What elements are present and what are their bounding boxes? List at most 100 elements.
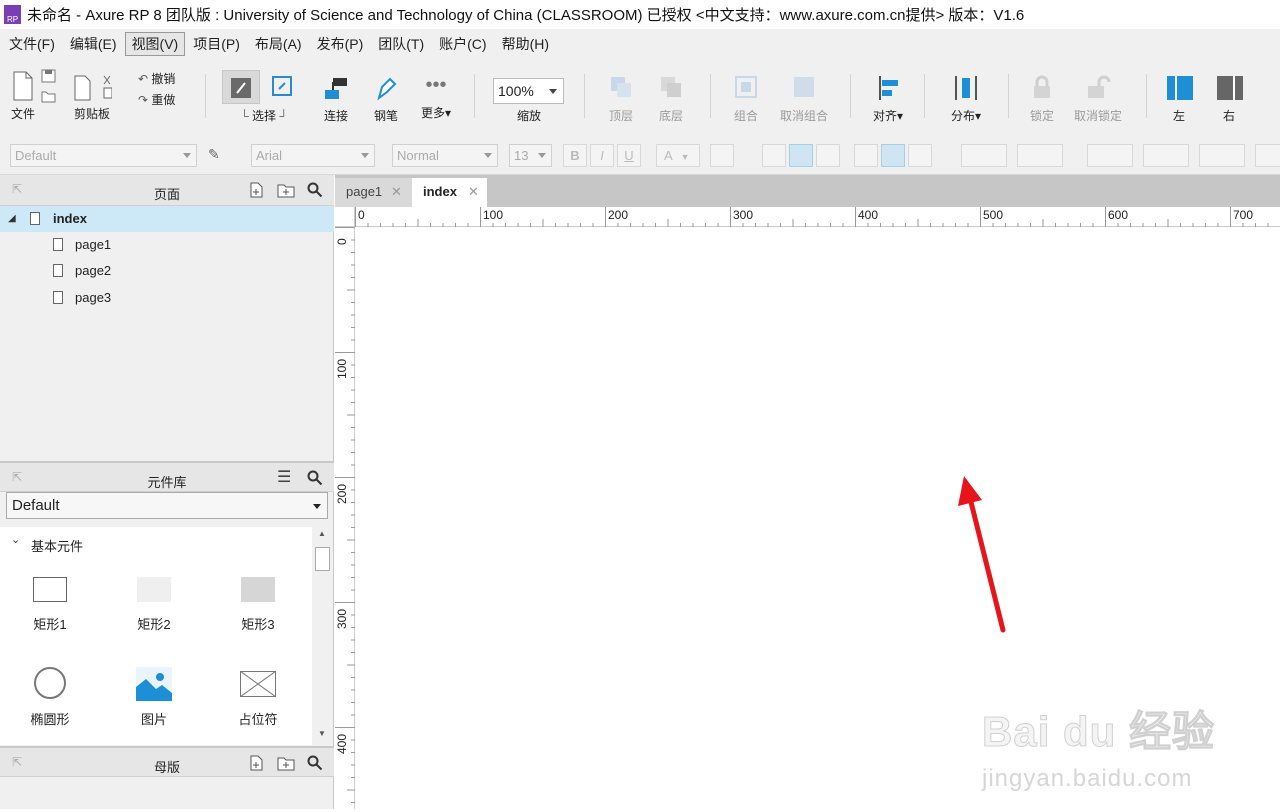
widget-rectangle2[interactable]: 矩形2: [124, 577, 184, 633]
line-arrows-button[interactable]: [1255, 144, 1280, 167]
left-panel: ⇱ 页面 ◢ index page1 page2 page3 ⇱ 元件库 ☰ D…: [0, 175, 334, 809]
group-button[interactable]: 组合: [726, 72, 766, 124]
v-ruler-label: 200: [335, 483, 349, 504]
tab-label: page1: [346, 184, 383, 199]
pen-button[interactable]: 钢笔: [368, 72, 404, 124]
page-item-page1[interactable]: page1: [0, 232, 334, 258]
italic-button[interactable]: I: [590, 144, 614, 167]
widget-rectangle3[interactable]: 矩形3: [228, 577, 288, 633]
menu-publish[interactable]: 发布(P): [310, 32, 371, 56]
add-folder-icon[interactable]: [277, 182, 295, 198]
fill-color-button[interactable]: [961, 144, 1007, 167]
h-ruler-label: 600: [1108, 208, 1129, 222]
tab-index[interactable]: index ✕: [412, 178, 487, 207]
menu-project[interactable]: 项目(P): [186, 32, 247, 56]
v-ruler-label: 0: [335, 238, 349, 245]
placeholder-icon: [240, 671, 276, 697]
font-select[interactable]: Arial: [251, 144, 375, 167]
align-right-button[interactable]: [816, 144, 840, 167]
ungroup-button[interactable]: 取消组合: [772, 72, 836, 124]
underline-button[interactable]: U: [617, 144, 641, 167]
valign-middle-button[interactable]: [881, 144, 905, 167]
close-icon[interactable]: ✕: [391, 178, 402, 206]
edit-style-icon[interactable]: ✎: [208, 146, 228, 166]
search-icon[interactable]: [307, 470, 323, 486]
select-label-group: └ 选择 ┘: [240, 109, 288, 123]
menu-help[interactable]: 帮助(H): [495, 32, 556, 56]
menu-file[interactable]: 文件(F): [2, 32, 62, 56]
widget-ellipse[interactable]: 椭圆形: [20, 667, 80, 728]
collapse-triangle-icon[interactable]: ◢: [8, 206, 16, 232]
lock-button[interactable]: 锁定: [1022, 72, 1062, 124]
select-intersect-button[interactable]: [222, 70, 260, 104]
menu-icon[interactable]: ☰: [277, 467, 291, 487]
align-center-button[interactable]: [789, 144, 813, 167]
tab-page1[interactable]: page1 ✕: [335, 178, 412, 207]
valign-top-button[interactable]: [854, 144, 878, 167]
line-color-button[interactable]: [1087, 144, 1133, 167]
undo-button[interactable]: ↶ 撤销: [138, 70, 188, 87]
clipboard-button[interactable]: 剪贴板: [72, 70, 113, 122]
more-label: 更多▾: [420, 106, 452, 120]
search-icon[interactable]: [307, 755, 323, 771]
line-style-button[interactable]: [1199, 144, 1245, 167]
page-item-page2[interactable]: page2: [0, 258, 334, 284]
scroll-down-icon[interactable]: ▼: [318, 729, 326, 738]
scroll-up-icon[interactable]: ▲: [318, 529, 326, 538]
style-select[interactable]: Default: [10, 144, 197, 167]
tab-label: index: [423, 184, 457, 199]
right-panel-toggle[interactable]: 右: [1210, 72, 1248, 124]
design-canvas[interactable]: Bai du 经验 jingyan.baidu.com: [356, 228, 1280, 809]
chevron-down-icon[interactable]: ⌄: [11, 533, 20, 546]
align-left-button[interactable]: [762, 144, 786, 167]
more-button[interactable]: ••• 更多▾: [416, 72, 456, 121]
align-button[interactable]: 对齐▾: [864, 72, 912, 124]
menu-account[interactable]: 账户(C): [432, 32, 493, 56]
close-icon[interactable]: ✕: [468, 178, 479, 206]
save-open-icons[interactable]: [40, 68, 58, 104]
font-color-button[interactable]: A ▼: [656, 144, 700, 167]
menu-layout[interactable]: 布局(A): [248, 32, 309, 56]
widget-image[interactable]: 图片: [124, 667, 184, 728]
connect-button[interactable]: 连接: [318, 72, 354, 124]
menu-edit[interactable]: 编辑(E): [63, 32, 124, 56]
menu-team[interactable]: 团队(T): [371, 32, 431, 56]
menu-view[interactable]: 视图(V): [124, 31, 186, 56]
distribute-button[interactable]: 分布▾: [942, 72, 990, 124]
file-button[interactable]: 文件: [8, 70, 38, 122]
page-item-page3[interactable]: page3: [0, 285, 334, 311]
select-contained-button[interactable]: [268, 72, 298, 102]
vertical-ruler[interactable]: 0 100 200 300 400: [335, 227, 355, 809]
send-to-back-button[interactable]: 底层: [652, 72, 690, 124]
search-icon[interactable]: [307, 182, 323, 198]
bold-button[interactable]: B: [563, 144, 587, 167]
valign-bottom-button[interactable]: [908, 144, 932, 167]
bring-to-front-button[interactable]: 顶层: [602, 72, 640, 124]
widgets-scrollbar[interactable]: ▲ ▼: [312, 527, 333, 745]
shadow-button[interactable]: [1017, 144, 1063, 167]
clipboard-icon: [74, 75, 113, 101]
line-width-button[interactable]: [1143, 144, 1189, 167]
font-weight-select[interactable]: Normal: [392, 144, 498, 167]
zoom-select[interactable]: 100%: [493, 78, 564, 104]
left-panel-toggle[interactable]: 左: [1160, 72, 1198, 124]
horizontal-ruler[interactable]: 0 100 200 300 400 500 600 700: [355, 207, 1280, 227]
redo-button[interactable]: ↷ 重做: [138, 91, 188, 108]
app-logo-icon: RP: [4, 5, 21, 24]
pages-panel-header: ⇱ 页面: [0, 175, 334, 206]
page-label: index: [53, 211, 87, 226]
widget-rectangle1[interactable]: 矩形1: [20, 577, 80, 633]
add-folder-icon[interactable]: [277, 755, 295, 771]
page-item-index[interactable]: ◢ index: [0, 206, 334, 232]
unlock-button[interactable]: 取消锁定: [1070, 72, 1126, 124]
add-master-icon[interactable]: [248, 755, 264, 771]
widget-placeholder[interactable]: 占位符: [228, 667, 288, 728]
bullets-button[interactable]: [710, 144, 734, 167]
scrollbar-thumb[interactable]: [315, 547, 330, 571]
watermark-url: jingyan.baidu.com: [982, 765, 1193, 792]
file-label: 文件: [10, 107, 35, 121]
add-page-icon[interactable]: [248, 182, 264, 198]
distribute-icon: [955, 76, 977, 100]
font-size-select[interactable]: 13: [509, 144, 552, 167]
library-select[interactable]: Default: [6, 492, 328, 519]
